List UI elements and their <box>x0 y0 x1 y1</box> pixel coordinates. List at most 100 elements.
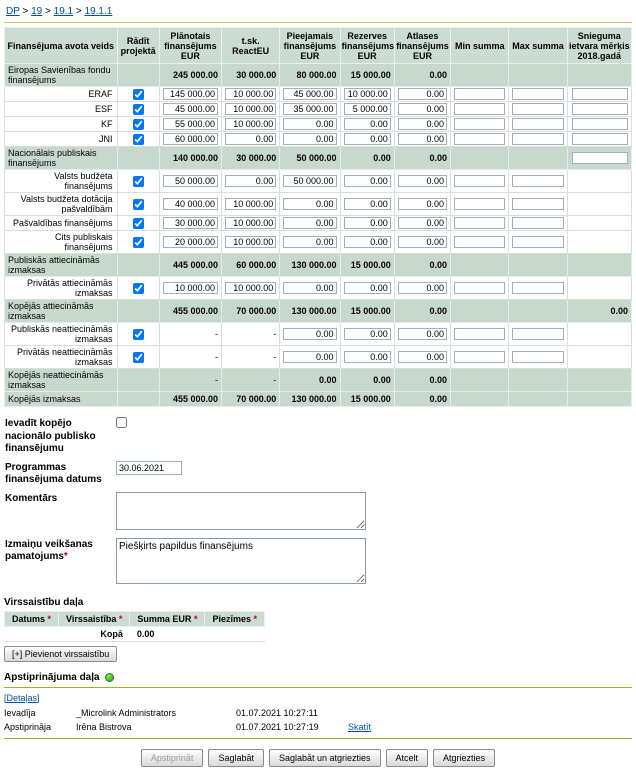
breadcrumb-link[interactable]: DP <box>6 6 20 17</box>
snieguma-merkis-input[interactable] <box>572 118 628 130</box>
atlases-finansejums-input[interactable] <box>398 217 447 229</box>
planotais-finansejums-input[interactable] <box>163 133 218 145</box>
rezerves-finansejums-input[interactable] <box>344 118 391 130</box>
radit-projekta-checkbox[interactable] <box>133 283 144 294</box>
pieejamais-finansejums-input[interactable] <box>283 198 336 210</box>
atlases-finansejums-input[interactable] <box>398 351 447 363</box>
rezerves-finansejums-input[interactable] <box>344 217 391 229</box>
planotais-finansejums-input[interactable] <box>163 282 218 294</box>
radit-projekta-checkbox[interactable] <box>133 237 144 248</box>
add-virssaistiba-button[interactable]: [+] Pievienot virssaistību <box>4 646 117 662</box>
tsk-reacteu-input[interactable] <box>225 133 276 145</box>
radit-projekta-checkbox[interactable] <box>133 119 144 130</box>
tsk-reacteu-input[interactable] <box>225 282 276 294</box>
rezerves-finansejums-input[interactable] <box>344 133 391 145</box>
rezerves-finansejums-input[interactable] <box>344 328 391 340</box>
max-summa-input[interactable] <box>512 328 563 340</box>
snieguma-merkis-input[interactable] <box>572 152 628 164</box>
snieguma-merkis-input[interactable] <box>572 133 628 145</box>
planotais-finansejums-input[interactable] <box>163 103 218 115</box>
min-summa-input[interactable] <box>454 282 505 294</box>
atlases-finansejums-input[interactable] <box>398 88 447 100</box>
max-summa-input[interactable] <box>512 103 563 115</box>
max-summa-input[interactable] <box>512 217 563 229</box>
pieejamais-finansejums-input[interactable] <box>283 217 336 229</box>
breadcrumb-link[interactable]: 19.1 <box>54 6 73 17</box>
justification-textarea[interactable] <box>116 538 366 584</box>
tsk-reacteu-input[interactable] <box>225 198 276 210</box>
details-link[interactable]: [Detaļas] <box>4 693 40 703</box>
radit-projekta-checkbox[interactable] <box>133 329 144 340</box>
max-summa-input[interactable] <box>512 175 563 187</box>
tsk-reacteu-input[interactable] <box>225 217 276 229</box>
tsk-reacteu-input[interactable] <box>225 236 276 248</box>
min-summa-input[interactable] <box>454 198 505 210</box>
breadcrumb-link[interactable]: 19.1.1 <box>85 6 113 17</box>
pieejamais-finansejums-input[interactable] <box>283 175 336 187</box>
min-summa-input[interactable] <box>454 328 505 340</box>
comment-textarea[interactable] <box>116 492 366 530</box>
max-summa-input[interactable] <box>512 351 563 363</box>
max-summa-input[interactable] <box>512 133 563 145</box>
min-summa-input[interactable] <box>454 236 505 248</box>
max-summa-input[interactable] <box>512 236 563 248</box>
rezerves-finansejums-input[interactable] <box>344 351 391 363</box>
atlases-finansejums-input[interactable] <box>398 328 447 340</box>
planotais-finansejums-input[interactable] <box>163 236 218 248</box>
rezerves-finansejums-input[interactable] <box>344 88 391 100</box>
tsk-reacteu-input[interactable] <box>225 88 276 100</box>
planotais-finansejums-input[interactable] <box>163 88 218 100</box>
atlases-finansejums-input[interactable] <box>398 236 447 248</box>
min-summa-input[interactable] <box>454 88 505 100</box>
atcelt-button[interactable]: Atcelt <box>386 749 429 767</box>
atlases-finansejums-input[interactable] <box>398 282 447 294</box>
saglab-t-un-atgriezties-button[interactable]: Saglabāt un atgriezties <box>269 749 381 767</box>
apstiprin-t-button[interactable]: Apstiprināt <box>141 749 204 767</box>
atlases-finansejums-input[interactable] <box>398 175 447 187</box>
atlases-finansejums-input[interactable] <box>398 133 447 145</box>
planotais-finansejums-input[interactable] <box>163 198 218 210</box>
pieejamais-finansejums-input[interactable] <box>283 88 336 100</box>
min-summa-input[interactable] <box>454 351 505 363</box>
saglab-t-button[interactable]: Saglabāt <box>208 749 264 767</box>
tsk-reacteu-input[interactable] <box>225 175 276 187</box>
pieejamais-finansejums-input[interactable] <box>283 351 336 363</box>
radit-projekta-checkbox[interactable] <box>133 218 144 229</box>
atlases-finansejums-input[interactable] <box>398 103 447 115</box>
snieguma-merkis-input[interactable] <box>572 88 628 100</box>
max-summa-input[interactable] <box>512 118 563 130</box>
atlases-finansejums-input[interactable] <box>398 198 447 210</box>
snieguma-merkis-input[interactable] <box>572 103 628 115</box>
planotais-finansejums-input[interactable] <box>163 175 218 187</box>
approval-view-link[interactable]: Skatīt <box>348 722 371 732</box>
max-summa-input[interactable] <box>512 88 563 100</box>
max-summa-input[interactable] <box>512 198 563 210</box>
rezerves-finansejums-input[interactable] <box>344 175 391 187</box>
breadcrumb-link[interactable]: 19 <box>31 6 42 17</box>
radit-projekta-checkbox[interactable] <box>133 134 144 145</box>
national-public-funding-checkbox[interactable] <box>116 417 127 428</box>
radit-projekta-checkbox[interactable] <box>133 104 144 115</box>
pieejamais-finansejums-input[interactable] <box>283 133 336 145</box>
max-summa-input[interactable] <box>512 282 563 294</box>
pieejamais-finansejums-input[interactable] <box>283 282 336 294</box>
radit-projekta-checkbox[interactable] <box>133 89 144 100</box>
rezerves-finansejums-input[interactable] <box>344 103 391 115</box>
programme-date-input[interactable] <box>116 461 182 475</box>
atlases-finansejums-input[interactable] <box>398 118 447 130</box>
rezerves-finansejums-input[interactable] <box>344 236 391 248</box>
min-summa-input[interactable] <box>454 118 505 130</box>
min-summa-input[interactable] <box>454 175 505 187</box>
pieejamais-finansejums-input[interactable] <box>283 236 336 248</box>
rezerves-finansejums-input[interactable] <box>344 282 391 294</box>
pieejamais-finansejums-input[interactable] <box>283 103 336 115</box>
min-summa-input[interactable] <box>454 103 505 115</box>
min-summa-input[interactable] <box>454 217 505 229</box>
atgriezties-button[interactable]: Atgriezties <box>433 749 495 767</box>
planotais-finansejums-input[interactable] <box>163 217 218 229</box>
radit-projekta-checkbox[interactable] <box>133 199 144 210</box>
pieejamais-finansejums-input[interactable] <box>283 328 336 340</box>
radit-projekta-checkbox[interactable] <box>133 176 144 187</box>
rezerves-finansejums-input[interactable] <box>344 198 391 210</box>
tsk-reacteu-input[interactable] <box>225 103 276 115</box>
